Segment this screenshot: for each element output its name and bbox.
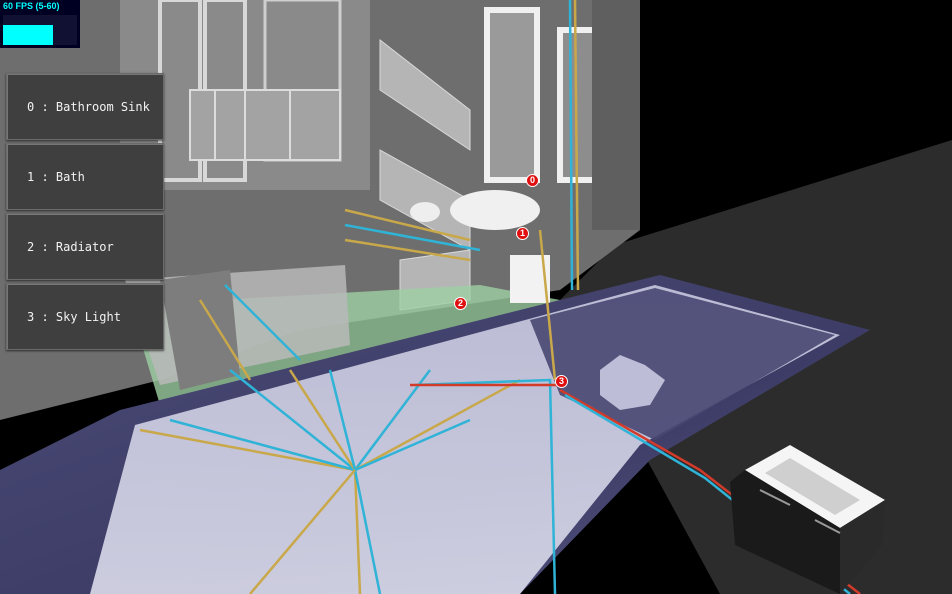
menu-item-label: 1 : Bath [27,169,85,184]
fixture-menu: 0 : Bathroom Sink 1 : Bath 2 : Radiator … [6,73,164,353]
fps-label: 60 FPS (5-60) [3,1,60,11]
menu-item-label: 0 : Bathroom Sink [27,99,150,114]
menu-item-bath[interactable]: 1 : Bath [6,143,164,210]
menu-item-sky-light[interactable]: 3 : Sky Light [6,283,164,350]
toilet [410,202,440,222]
marker-bathroom-sink[interactable]: 0 [526,174,539,187]
menu-item-label: 2 : Radiator [27,239,114,254]
marker-bath[interactable]: 1 [516,227,529,240]
menu-item-label: 3 : Sky Light [27,309,121,324]
marker-radiator[interactable]: 2 [454,297,467,310]
fps-graph-fill [3,25,53,45]
bath-tub [450,190,540,230]
marker-sky-light[interactable]: 3 [555,375,568,388]
fps-counter: 60 FPS (5-60) [0,0,80,48]
fps-graph [3,15,77,45]
menu-item-bathroom-sink[interactable]: 0 : Bathroom Sink [6,73,164,140]
menu-item-radiator[interactable]: 2 : Radiator [6,213,164,280]
